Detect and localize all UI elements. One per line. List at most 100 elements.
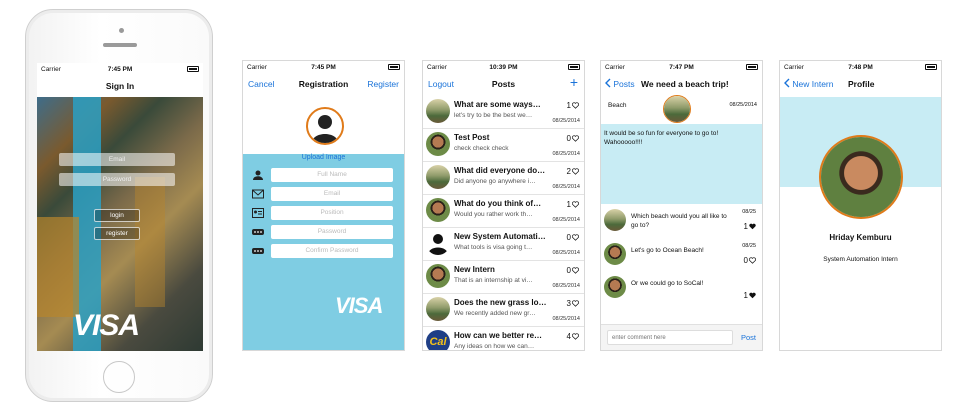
post-preview: Any ideas on how we can… [454, 343, 535, 350]
post-title: New System Automati… [454, 232, 546, 241]
status-bar: Carrier 7:45 PM [243, 61, 404, 73]
comment-bar: Post [601, 324, 762, 350]
post-row[interactable]: What are some ways… let's try to be the … [423, 96, 584, 129]
heart-outline-icon [749, 257, 756, 264]
like-count-value: 0 [566, 134, 571, 143]
heart-filled-icon [749, 223, 756, 230]
status-bar: Carrier 10:39 PM [423, 61, 584, 73]
like-count[interactable]: 2 [567, 167, 579, 176]
register-button[interactable]: register [94, 227, 140, 240]
home-button[interactable] [103, 361, 135, 393]
like-count[interactable]: 1 [567, 200, 579, 209]
post-date: 08/25/2014 [552, 283, 580, 289]
like-count-value: 3 [566, 299, 571, 308]
page-title: Profile [848, 79, 875, 89]
password-field[interactable]: Password [271, 225, 393, 239]
email-field[interactable]: Email [271, 187, 393, 201]
like-count[interactable]: 4 [567, 332, 579, 341]
like-count[interactable]: 1 [567, 101, 579, 110]
position-field[interactable]: Position [271, 206, 393, 220]
post-date: 08/25/2014 [729, 102, 757, 108]
chevron-left-icon [605, 78, 611, 88]
like-count-value: 1 [566, 101, 571, 110]
post-row[interactable]: Cal How can we better re… Any ideas on h… [423, 327, 584, 350]
comment-like[interactable]: 1 [744, 222, 756, 231]
front-camera [119, 28, 124, 33]
person-silhouette-icon [312, 115, 338, 143]
back-label: Posts [613, 79, 635, 89]
add-post-button[interactable]: + [570, 74, 578, 90]
like-count[interactable]: 0 [567, 134, 579, 143]
post-preview: Would you rather work th… [454, 211, 533, 218]
heart-outline-icon [572, 135, 579, 142]
post-avatar [426, 132, 450, 156]
post-preview: check check check [454, 145, 509, 152]
chevron-left-icon [784, 78, 790, 88]
nav-bar: Sign In [37, 75, 203, 97]
topic-label: Beach [608, 102, 627, 109]
comment-avatar [604, 209, 626, 231]
post-title: What did everyone do… [454, 166, 546, 175]
like-count-value: 1 [743, 291, 748, 300]
comment-row: Or we could go to SoCal! 1 [601, 273, 762, 306]
register-button[interactable]: Register [367, 79, 399, 89]
status-time: 7:48 PM [848, 64, 873, 71]
signin-screen: Carrier 7:45 PM Sign In Email Password l… [37, 63, 203, 351]
registration-screen: Carrier 7:45 PM Cancel Registration Regi… [242, 60, 405, 351]
envelope-icon [252, 189, 264, 199]
upload-image-link[interactable]: Upload Image [243, 154, 404, 161]
post-date: 08/25/2014 [552, 151, 580, 157]
like-count[interactable]: 0 [567, 266, 579, 275]
like-count-value: 0 [743, 256, 748, 265]
like-count-value: 1 [743, 222, 748, 231]
heart-outline-icon [572, 333, 579, 340]
heart-outline-icon [572, 102, 579, 109]
full-name-field[interactable]: Full Name [271, 168, 393, 182]
battery-icon [568, 64, 580, 70]
back-button[interactable]: Posts [605, 78, 635, 90]
status-bar: Carrier 7:48 PM [780, 61, 941, 73]
battery-icon [388, 64, 400, 70]
like-count-value: 0 [566, 233, 571, 242]
like-count-value: 0 [566, 266, 571, 275]
post-row[interactable]: Test Post check check check 0 08/25/2014 [423, 129, 584, 162]
page-title: Sign In [105, 81, 135, 91]
visa-logo: VISA [335, 293, 383, 318]
post-thumbnail [426, 297, 450, 321]
heart-outline-icon [572, 300, 579, 307]
page-title: Posts [491, 79, 516, 89]
post-row[interactable]: New Intern That is an internship at vi… … [423, 261, 584, 294]
email-field[interactable]: Email [59, 153, 175, 166]
comment-like[interactable]: 0 [744, 256, 756, 265]
profile-name: Hriday Kemburu [829, 233, 892, 242]
visa-logo: VISA [73, 309, 140, 342]
comment-like[interactable]: 1 [744, 291, 756, 300]
post-row[interactable]: What do you think of… Would you rather w… [423, 195, 584, 228]
post-preview: What tools is visa going t… [454, 244, 533, 251]
post-row[interactable]: What did everyone do… Did anyone go anyw… [423, 162, 584, 195]
avatar-placeholder[interactable] [306, 107, 344, 145]
post-row[interactable]: Does the new grass lo… We recently added… [423, 294, 584, 327]
nav-bar: Logout Posts + [423, 73, 584, 95]
comment-input[interactable] [607, 330, 733, 345]
post-date: 08/25/2014 [552, 250, 580, 256]
heart-outline-icon [572, 201, 579, 208]
password-dots-icon [252, 248, 264, 254]
like-count[interactable]: 0 [567, 233, 579, 242]
post-avatar [426, 231, 450, 255]
post-comment-button[interactable]: Post [741, 333, 756, 342]
post-row[interactable]: New System Automati… What tools is visa … [423, 228, 584, 261]
password-field[interactable]: Password [59, 173, 175, 186]
confirm-password-field[interactable]: Confirm Password [271, 244, 393, 258]
post-title: What do you think of… [454, 199, 542, 208]
status-time: 7:47 PM [669, 64, 694, 71]
post-date: 08/25/2014 [552, 118, 580, 124]
post-date: 08/25/2014 [552, 217, 580, 223]
back-button[interactable]: New Intern [784, 78, 833, 90]
status-bar: Carrier 7:45 PM [37, 63, 203, 75]
like-count[interactable]: 3 [567, 299, 579, 308]
login-button[interactable]: login [94, 209, 140, 222]
post-body: It would be so fun for everyone to go to… [604, 130, 719, 146]
post-title: Does the new grass lo… [454, 298, 547, 307]
post-title: New Intern [454, 265, 495, 274]
